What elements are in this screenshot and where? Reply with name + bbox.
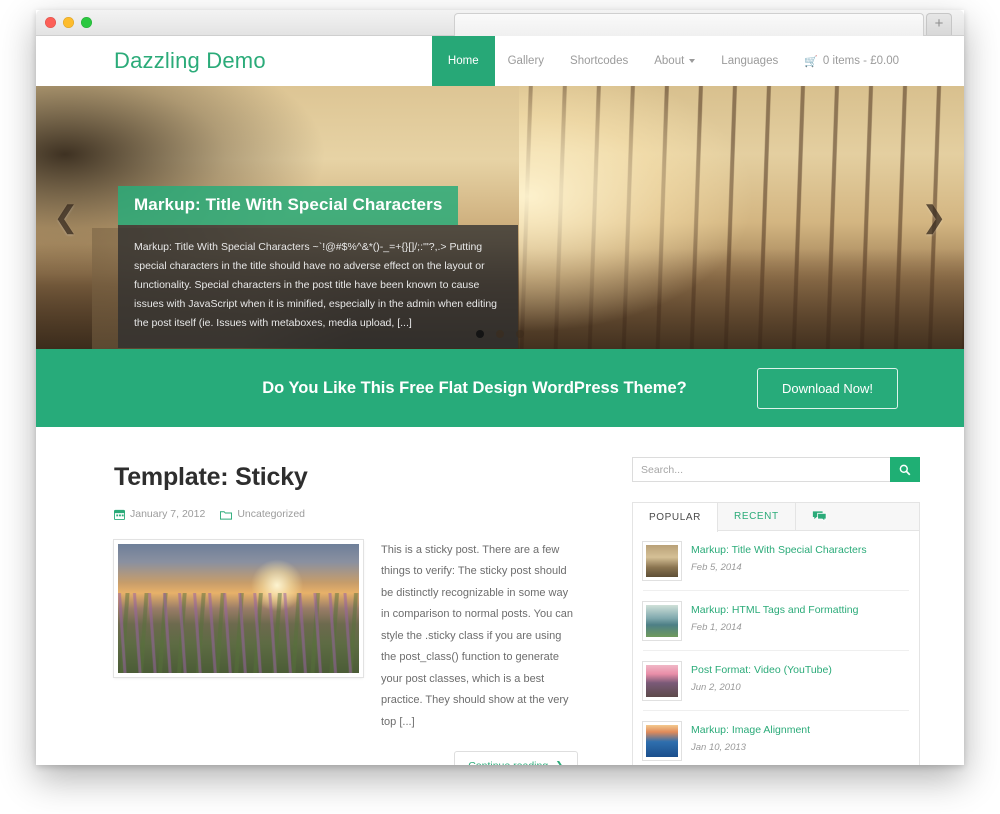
slider-dot-2[interactable] [496,330,504,338]
list-item-thumbnail [643,602,681,640]
slider-dot-1[interactable] [476,330,484,338]
post-featured-image[interactable] [114,540,363,677]
content-area: Template: Sticky January 7, 2012 Uncateg… [36,427,964,765]
list-item-date: Feb 1, 2014 [691,622,742,634]
tab-recent[interactable]: RECENT [718,503,796,530]
comments-icon [812,511,827,522]
list-item-title[interactable]: Markup: Title With Special Characters [691,543,867,557]
list-item[interactable]: Markup: Title With Special Characters Fe… [643,531,909,591]
calendar-icon [114,509,125,520]
post-meta: January 7, 2012 Uncategorized [114,508,578,540]
post-excerpt-column: This is a sticky post. There are a few t… [381,540,578,765]
list-item-title[interactable]: Post Format: Video (YouTube) [691,663,832,677]
folder-icon [220,509,233,520]
hero-slider: ❮ ❯ Markup: Title With Special Character… [36,86,964,349]
nav-item-home[interactable]: Home [431,36,495,86]
search-widget [632,457,920,482]
list-item-date: Jun 2, 2010 [691,682,741,694]
list-item-text: Markup: HTML Tags and Formatting Feb 1, … [691,602,858,633]
slider-prev-arrow-icon[interactable]: ❮ [48,202,84,233]
nav-item-languages-label: Languages [721,55,779,67]
maximize-window-button[interactable] [81,17,92,28]
tab-strip[interactable] [454,13,924,36]
nav-item-about-label: About [654,55,685,67]
list-item-text: Markup: Title With Special Characters Fe… [691,542,867,573]
list-item[interactable]: Markup: Image Alignment Jan 10, 2013 [643,711,909,765]
post-body: This is a sticky post. There are a few t… [114,540,578,765]
nav-item-gallery-label: Gallery [507,55,545,67]
cta-headline: Do You Like This Free Flat Design WordPr… [262,378,687,397]
continue-reading-button[interactable]: Continue reading ❯ [454,750,578,765]
tab-comments[interactable] [796,503,843,530]
site-title[interactable]: Dazzling Demo [114,48,266,74]
post-date: January 7, 2012 [130,508,206,520]
post-title[interactable]: Template: Sticky [114,463,578,492]
slider-pagination [36,330,964,338]
slider-dot-3[interactable] [516,330,524,338]
primary-navigation: Home Gallery Shortcodes About Languages … [431,36,964,86]
list-item[interactable]: Markup: HTML Tags and Formatting Feb 1, … [643,591,909,651]
list-item-thumbnail [643,722,681,760]
post-category[interactable]: Uncategorized [237,508,305,520]
list-item-title[interactable]: Markup: HTML Tags and Formatting [691,603,858,617]
chevron-down-icon [689,59,696,63]
shopping-cart-icon: 🛒 [804,55,818,68]
nav-item-languages[interactable]: Languages [708,36,791,86]
search-input[interactable] [632,457,890,482]
page-viewport: Dazzling Demo Home Gallery Shortcodes Ab… [36,36,964,765]
tab-popular[interactable]: POPULAR [633,503,718,532]
nav-item-shortcodes[interactable]: Shortcodes [557,36,641,86]
widget-post-list: Markup: Title With Special Characters Fe… [633,531,919,765]
main-column: Template: Sticky January 7, 2012 Uncateg… [36,427,632,765]
nav-item-gallery[interactable]: Gallery [495,36,557,86]
browser-window: + Dazzling Demo Home Gallery Shortcodes … [36,10,964,765]
list-item-text: Post Format: Video (YouTube) Jun 2, 2010 [691,662,832,693]
post-excerpt: This is a sticky post. There are a few t… [381,544,574,728]
nav-item-cart[interactable]: 🛒 0 items - £0.00 [791,36,912,86]
download-now-button[interactable]: Download Now! [756,367,898,409]
slider-next-arrow-icon[interactable]: ❯ [916,202,952,233]
list-item[interactable]: Post Format: Video (YouTube) Jun 2, 2010 [643,651,909,711]
tabbed-posts-widget: POPULAR RECENT Markup: Title With Specia… [632,502,920,765]
site-header: Dazzling Demo Home Gallery Shortcodes Ab… [36,36,964,86]
close-window-button[interactable] [45,17,56,28]
list-item-date: Jan 10, 2013 [691,742,746,754]
search-button[interactable] [890,457,920,482]
nav-item-shortcodes-label: Shortcodes [570,55,629,67]
continue-reading-label: Continue reading [468,760,548,765]
list-item-date: Feb 5, 2014 [691,562,742,574]
chevron-right-icon: ❯ [555,760,564,765]
post-date-group: January 7, 2012 [114,508,205,520]
cta-band: Do You Like This Free Flat Design WordPr… [36,349,964,427]
slider-caption-title[interactable]: Markup: Title With Special Characters [118,186,459,225]
window-controls [45,17,92,28]
tab-popular-label: POPULAR [649,512,701,523]
sidebar: POPULAR RECENT [632,427,964,765]
list-item-text: Markup: Image Alignment Jan 10, 2013 [691,722,810,753]
list-item-title[interactable]: Markup: Image Alignment [691,723,810,737]
post-category-group: Uncategorized [220,508,305,520]
slider-caption: Markup: Title With Special Characters Ma… [118,186,518,348]
cart-label: 0 items - £0.00 [822,55,899,67]
nav-item-about[interactable]: About [641,36,708,86]
browser-chrome-bar: + [36,10,964,36]
continue-reading-row: Continue reading ❯ [381,733,578,765]
widget-tabs: POPULAR RECENT [633,503,919,532]
new-tab-button[interactable]: + [926,13,952,35]
nav-item-home-label: Home [447,55,479,67]
tab-recent-label: RECENT [734,511,779,522]
list-item-thumbnail [643,662,681,700]
minimize-window-button[interactable] [63,17,74,28]
list-item-thumbnail [643,542,681,580]
